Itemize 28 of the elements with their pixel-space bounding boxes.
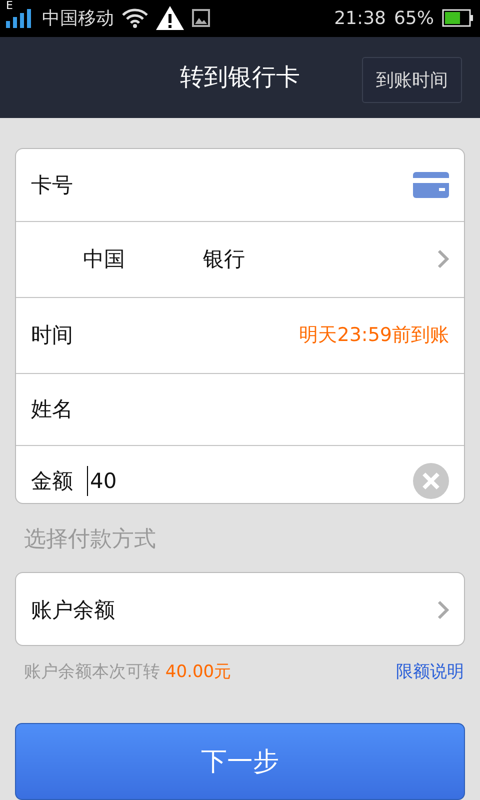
chevron-icon [437,600,449,620]
bank-name[interactable]: 中国 [83,245,125,274]
section-title: 选择付款方式 [23,526,157,554]
battery-icon [442,9,474,28]
arrival-time: 明天23:59前到账 [299,323,449,348]
balance-note: 账户余额本次可转 40.00元 [24,660,232,683]
warning-icon [156,6,184,30]
limit-link[interactable]: 限额说明 [396,660,464,683]
arrival-time-button[interactable]: 到账时间 [362,56,462,103]
field-label: 姓名 [31,396,73,424]
chevron-icon [437,249,449,270]
field-label: 时间 [31,322,73,350]
page-title: 转到银行卡 [180,62,300,94]
clear-icon[interactable] [413,463,449,500]
wifi-icon [122,8,148,28]
battery-percent: 65% [394,8,434,29]
signal-icon [6,8,34,28]
image-icon [192,9,210,28]
payment-card[interactable]: 账户余额 [15,572,465,646]
card-icon[interactable] [413,172,449,198]
field-label: 金额 [31,468,73,496]
field-label: 卡号 [31,172,73,199]
payment-method: 账户余额 [31,597,115,624]
next-button[interactable]: 下一步 [15,722,465,800]
bank-name[interactable]: 银行 [203,245,245,274]
clock: 21:38 [334,8,386,29]
carrier-name: 中国移动 [42,7,114,30]
network-type: E [6,0,13,12]
